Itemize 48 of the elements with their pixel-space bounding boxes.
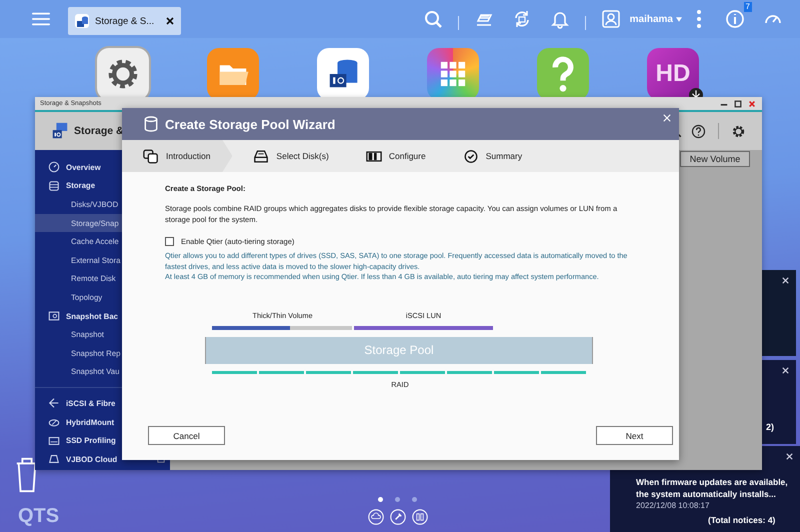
settings-icon[interactable]	[731, 124, 746, 138]
search-icon[interactable]	[422, 9, 443, 29]
next-button[interactable]: Next	[596, 426, 673, 445]
new-volume-button[interactable]: New Volume	[680, 151, 750, 167]
notification-badge: 7	[744, 2, 752, 12]
bell-icon[interactable]	[550, 9, 570, 29]
drive-icon	[48, 434, 60, 447]
brand-logo: QTS	[18, 505, 60, 528]
app-grid-icon[interactable]	[427, 48, 479, 100]
info-icon[interactable]	[725, 9, 745, 29]
storage-app-icon	[51, 122, 69, 140]
tool-icon[interactable]	[390, 509, 406, 525]
page-dot[interactable]	[412, 497, 417, 502]
user-icon[interactable]	[600, 9, 621, 29]
notification-text: When firmware updates are available, the system automatically installs...	[636, 476, 789, 500]
storage-app-icon	[74, 13, 90, 29]
close-icon[interactable]	[165, 16, 176, 26]
maximize-icon[interactable]	[734, 100, 742, 108]
page-dot[interactable]	[378, 497, 383, 502]
storage-pool-block: Storage Pool	[205, 336, 593, 364]
notification-text: 2)	[766, 422, 774, 432]
disk-icon	[253, 148, 270, 164]
help-app-icon[interactable]	[537, 48, 589, 100]
more-icon[interactable]	[696, 9, 702, 29]
help-icon[interactable]	[691, 124, 706, 138]
check-circle-icon	[462, 148, 479, 164]
gear-app-icon[interactable]	[97, 48, 149, 100]
storage-app-icon[interactable]	[317, 48, 369, 100]
app-tab[interactable]: Storage & S...	[68, 7, 182, 35]
cancel-button[interactable]: Cancel	[148, 426, 225, 445]
wizard-step: Select Disk(s)	[232, 140, 345, 172]
database-icon	[48, 180, 60, 192]
wizard-step: Introduction	[122, 140, 232, 172]
grid-icon[interactable]	[412, 509, 428, 525]
database-icon	[144, 116, 158, 132]
folder-app-icon[interactable]	[207, 48, 259, 100]
gauge-icon	[48, 161, 60, 174]
notification-time: 2022/12/08 10:08:17	[636, 500, 710, 512]
caret-icon[interactable]	[676, 16, 682, 22]
dialog-title: Create Storage Pool Wizard	[165, 116, 336, 132]
columns-icon	[366, 148, 382, 164]
wizard-step: Configure	[344, 140, 442, 172]
camera-icon	[48, 310, 60, 322]
wizard-step: Summary	[442, 140, 538, 172]
page-dot[interactable]	[395, 497, 400, 502]
arrow-icon	[48, 397, 60, 410]
copy-icon	[143, 148, 159, 164]
total-notices: (Total notices: 4)	[708, 515, 776, 525]
